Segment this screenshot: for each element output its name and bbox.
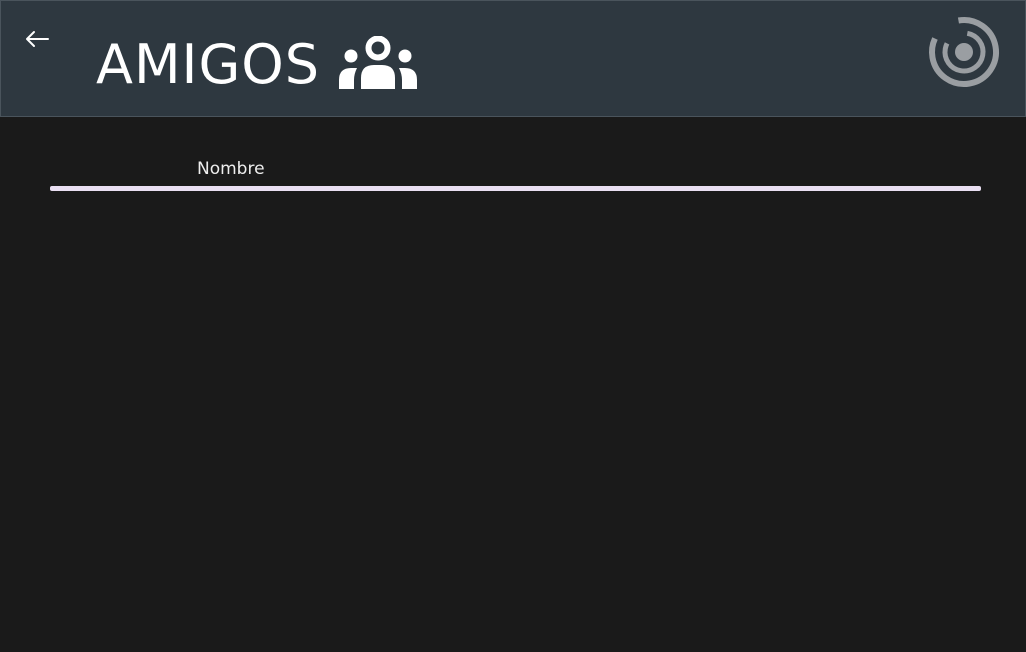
app-header: AMIGOS: [0, 0, 1026, 117]
app-logo-icon: [929, 17, 999, 87]
table-header-divider: [50, 186, 981, 191]
page-title: AMIGOS: [96, 33, 321, 96]
back-button[interactable]: [20, 25, 54, 53]
column-header-name[interactable]: Nombre: [197, 158, 265, 180]
arrow-left-icon: [26, 31, 49, 47]
users-group-icon: [339, 36, 417, 89]
